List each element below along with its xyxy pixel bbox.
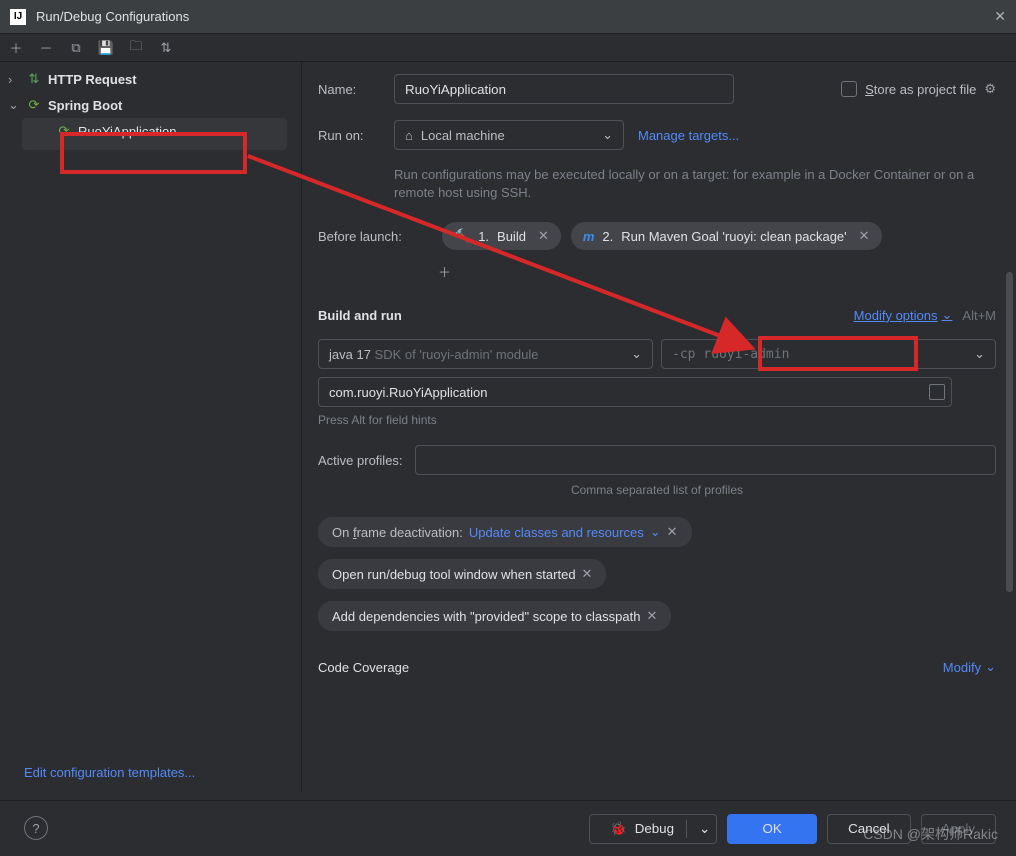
task-maven[interactable]: m 2. Run Maven Goal 'ruoyi: clean packag… [571,222,882,250]
tree-node-spring[interactable]: ⌄ ⟳ Spring Boot [0,92,301,118]
tree-node-http[interactable]: › ⇅ HTTP Request [0,66,301,92]
name-input[interactable] [394,74,734,104]
chevron-down-icon: ⌄ [8,97,20,113]
option-provided-scope[interactable]: Add dependencies with "provided" scope t… [318,601,671,631]
tree-label: HTTP Request [48,72,137,87]
store-as-project-file[interactable]: Store as project file ⚙ [841,81,996,97]
code-coverage-heading: Code Coverage [318,660,409,675]
app-logo-icon: IJ [10,9,26,25]
field-hint: Press Alt for field hints [318,413,996,427]
edit-templates-link[interactable]: Edit configuration templates... [24,765,195,780]
checkbox-icon[interactable] [841,81,857,97]
folder-icon[interactable]: 🗀 [128,40,144,56]
expand-icon[interactable] [929,384,945,400]
ok-button[interactable]: OK [727,814,817,844]
bug-icon: 🐞 [610,821,627,837]
remove-option-icon[interactable]: ✕ [582,566,593,582]
manage-targets-link[interactable]: Manage targets... [638,128,739,143]
runon-select[interactable]: ⌂ Local machine ⌄ [394,120,624,150]
chevron-right-icon: › [8,72,20,87]
chevron-down-icon: ⌄ [602,127,613,143]
profiles-input[interactable] [415,445,996,475]
runon-hint: Run configurations may be executed local… [394,166,996,202]
machine-icon: ⌂ [405,128,413,143]
http-icon: ⇅ [26,71,42,87]
remove-task-icon[interactable]: ✕ [859,228,870,244]
gear-icon[interactable]: ⚙ [984,81,996,97]
sort-icon[interactable]: ⇅ [158,40,174,56]
chevron-down-icon: ⌄ [631,346,642,362]
remove-task-icon[interactable]: ✕ [538,228,549,244]
close-icon[interactable]: ✕ [994,8,1006,25]
sdk-select[interactable]: java 17 SDK of 'ruoyi-admin' module ⌄ [318,339,653,369]
runon-value: Local machine [421,128,505,143]
profiles-label: Active profiles: [318,453,403,468]
build-run-heading: Build and run [318,308,402,323]
spring-icon: ⟳ [26,97,42,113]
save-icon[interactable]: 💾 [98,40,114,56]
copy-icon[interactable]: ⧉ [68,40,84,56]
watermark: CSDN @架构师Rakic [863,824,998,844]
coverage-modify-link[interactable]: Modify ⌄ [943,659,996,675]
main-class-input[interactable]: com.ruoyi.RuoYiApplication [318,377,952,407]
annotation-highlight [758,336,918,371]
add-task-button[interactable]: ＋ [438,262,996,281]
remove-icon[interactable]: － [38,40,54,56]
option-open-tool-window[interactable]: Open run/debug tool window when started … [318,559,606,589]
scrollbar[interactable] [1006,272,1013,592]
debug-button[interactable]: 🐞 Debug ⌄ [589,814,717,844]
shortcut-hint: Alt+M [962,308,996,323]
tree-label: Spring Boot [48,98,122,113]
hammer-icon: 🔨 [454,228,470,244]
remove-option-icon[interactable]: ✕ [646,608,657,624]
remove-option-icon[interactable]: ✕ [667,524,678,540]
chevron-down-icon: ⌄ [985,659,996,675]
chevron-down-icon: ⌄ [650,524,661,540]
runon-label: Run on: [318,128,394,143]
task-build[interactable]: 🔨 1. Build ✕ [442,222,561,250]
add-icon[interactable]: ＋ [8,40,24,56]
maven-icon: m [583,229,595,244]
chevron-down-icon: ⌄ [699,821,710,837]
annotation-highlight [60,132,247,174]
before-launch-label: Before launch: [318,229,432,244]
titlebar: IJ Run/Debug Configurations ✕ [0,0,1016,34]
option-on-frame[interactable]: On frame deactivation: Update classes an… [318,517,692,547]
chevron-down-icon: ⌄ [942,307,953,323]
config-toolbar: ＋ － ⧉ 💾 🗀 ⇅ [0,34,1016,62]
modify-options-link[interactable]: Modify options ⌄ [854,307,953,323]
config-form: Name: Store as project file ⚙ Run on: ⌂ … [302,62,1016,792]
profiles-hint: Comma separated list of profiles [318,483,996,497]
chevron-down-icon: ⌄ [974,346,985,362]
name-label: Name: [318,82,394,97]
window-title: Run/Debug Configurations [36,9,994,24]
